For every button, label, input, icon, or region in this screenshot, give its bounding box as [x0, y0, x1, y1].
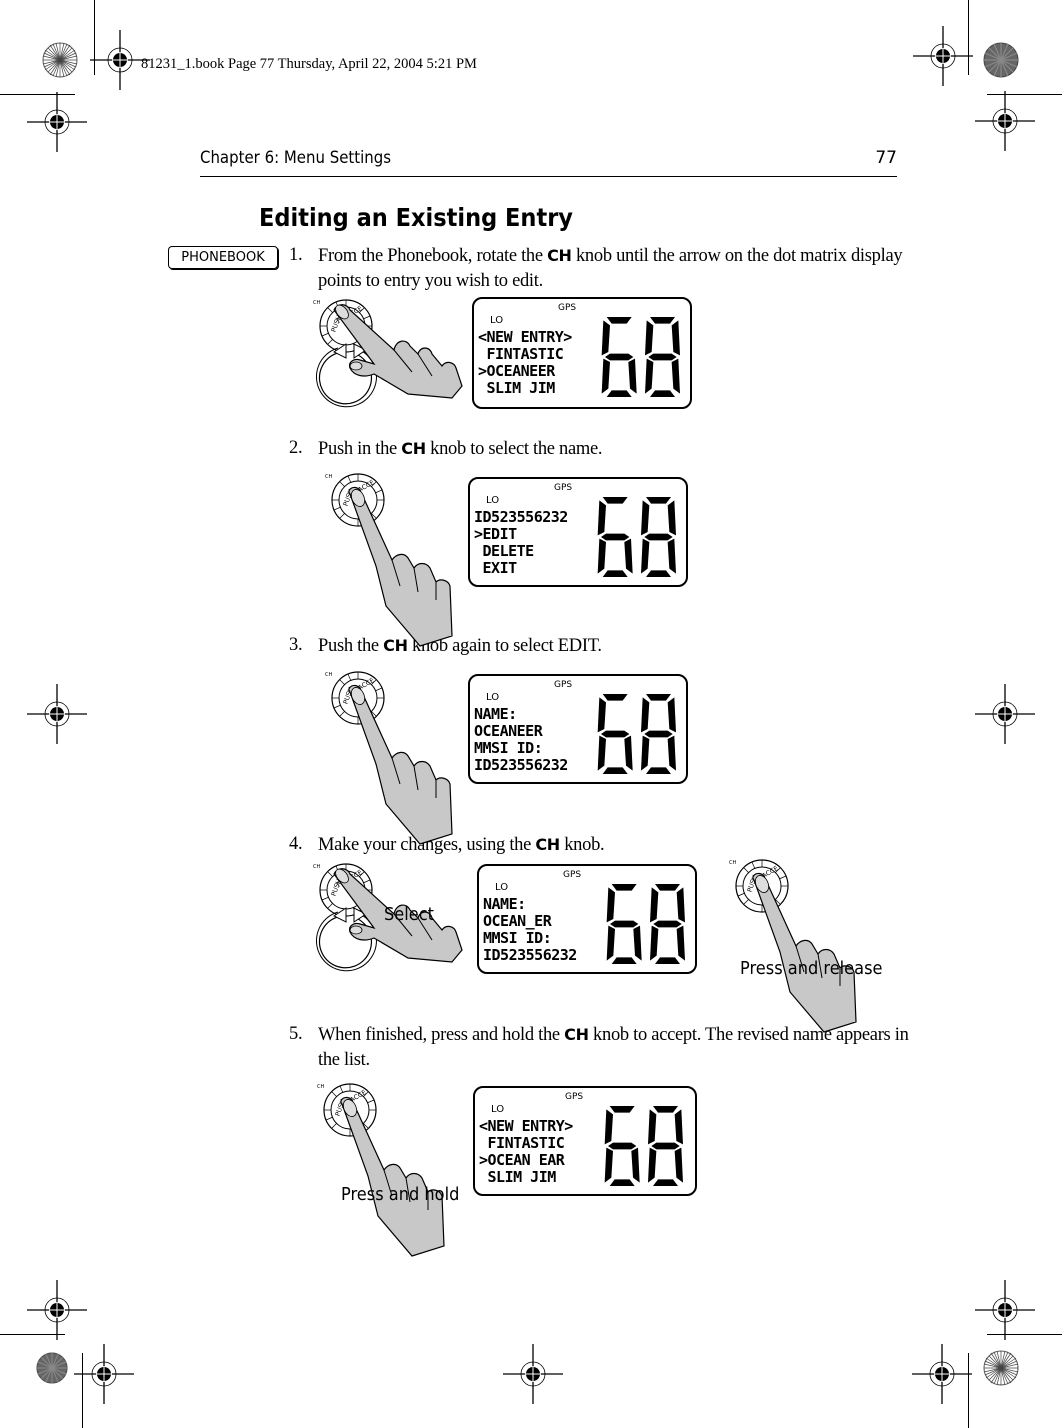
lo-power-indicator: LO: [486, 495, 500, 506]
registration-mark-icon: [974, 683, 1036, 745]
chapter-title: Chapter 6: Menu Settings: [200, 148, 392, 168]
channel-digits: [601, 317, 680, 397]
knob-rotate-illustration: [312, 299, 463, 408]
step-number: 1.: [289, 245, 303, 265]
lcd-display-step-2: GPS LO ID523556232 >EDIT DELETE EXIT: [468, 477, 688, 587]
step-3: 3. Push the CH knob again to select EDIT…: [289, 633, 909, 659]
lcd-display-step-3: GPS LO NAME: OCEANEER MMSI ID: ID523556232: [468, 674, 688, 784]
step-text: Push in the CH knob to select the name.: [318, 439, 603, 459]
registration-mark-icon: [974, 90, 1036, 152]
knob-press-release-illustration: [728, 859, 857, 1033]
registration-mark-icon: [26, 1279, 88, 1341]
press-and-hold-caption: Press and hold: [341, 1184, 460, 1205]
channel-digits: [606, 884, 685, 964]
lcd-display-step-5: GPS LO <NEW ENTRY> FINTASTIC >OCEAN EAR S…: [473, 1086, 697, 1196]
step-number: 5.: [289, 1024, 303, 1044]
step-number: 4.: [289, 834, 303, 854]
dot-matrix-text: <NEW ENTRY> FINTASTIC >OCEANEER SLIM JIM: [478, 328, 572, 397]
starburst-target-icon: [36, 1352, 68, 1384]
gps-indicator: GPS: [554, 483, 573, 493]
channel-digits: [604, 1106, 683, 1186]
step-1: 1. From the Phonebook, rotate the CH kno…: [289, 243, 909, 294]
running-head: Chapter 6: Menu Settings 77: [200, 146, 897, 177]
dot-matrix-text: <NEW ENTRY> FINTASTIC >OCEAN EAR SLIM JIM: [479, 1117, 573, 1186]
channel-digits: [597, 694, 676, 774]
step-number: 3.: [289, 635, 303, 655]
step-text: Push the CH knob again to select EDIT.: [318, 636, 602, 656]
select-caption: Select: [384, 904, 434, 925]
lcd-display-step-1: GPS LO <NEW ENTRY> FINTASTIC >OCEANEER SL…: [472, 297, 692, 409]
registration-mark-icon: [974, 1279, 1036, 1341]
step-5: 5. When finished, press and hold the CH …: [289, 1022, 909, 1073]
print-slug: 81231_1.book Page 77 Thursday, April 22,…: [141, 56, 477, 72]
channel-digits: [597, 497, 676, 577]
registration-mark-icon: [912, 25, 974, 87]
step-number: 2.: [289, 438, 303, 458]
lo-power-indicator: LO: [495, 882, 509, 893]
hand-icon: [348, 684, 453, 845]
step-text: When finished, press and hold the CH kno…: [318, 1025, 909, 1070]
knob-push-illustration: [324, 473, 453, 647]
gps-indicator: GPS: [554, 680, 573, 690]
hand-icon: [340, 1096, 445, 1257]
starburst-target-icon: [42, 42, 78, 78]
starburst-target-icon: [983, 42, 1019, 78]
registration-mark-icon: [502, 1343, 564, 1405]
step-text: From the Phonebook, rotate the CH knob u…: [318, 246, 903, 291]
gps-indicator: GPS: [565, 1092, 584, 1102]
press-and-release-caption: Press and release: [740, 958, 883, 979]
registration-mark-icon: [911, 1343, 973, 1405]
phonebook-key-label: PHONEBOOK: [168, 246, 278, 269]
lo-power-indicator: LO: [490, 315, 504, 326]
registration-mark-icon: [26, 91, 88, 153]
lo-power-indicator: LO: [491, 1104, 505, 1115]
starburst-target-icon: [983, 1350, 1019, 1386]
dot-matrix-text: ID523556232 >EDIT DELETE EXIT: [474, 508, 568, 577]
hand-icon: [752, 872, 857, 1033]
lo-power-indicator: LO: [486, 692, 500, 703]
lcd-display-step-4: GPS LO NAME: OCEAN_ER MMSI ID: ID523556232: [477, 864, 697, 974]
dot-matrix-text: NAME: OCEAN_ER MMSI ID: ID523556232: [483, 895, 577, 964]
registration-mark-icon: [26, 683, 88, 745]
gps-indicator: GPS: [558, 303, 577, 313]
gps-indicator: GPS: [563, 870, 582, 880]
step-2: 2. Push in the CH knob to select the nam…: [289, 436, 909, 462]
registration-mark-icon: [73, 1343, 135, 1405]
hand-icon: [348, 486, 453, 647]
dot-matrix-text: NAME: OCEANEER MMSI ID: ID523556232: [474, 705, 568, 774]
section-title: Editing an Existing Entry: [259, 203, 573, 232]
knob-push-illustration: [324, 671, 453, 845]
page-number: 77: [875, 148, 897, 168]
